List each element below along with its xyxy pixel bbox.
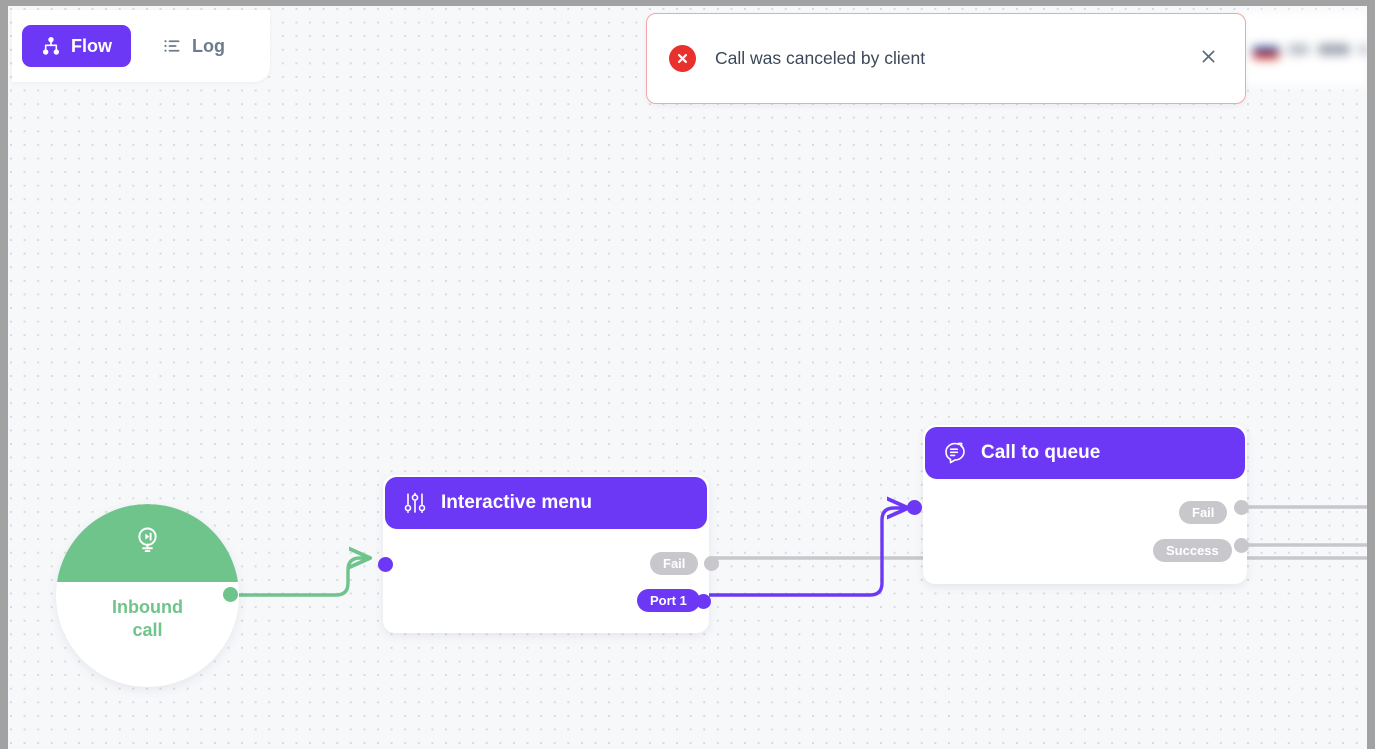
port-label-call-to-queue-success[interactable]: Success [1153,539,1232,562]
account-widget-text-a [1288,43,1310,55]
port-label-call-to-queue-fail[interactable]: Fail [1179,501,1228,524]
interactive-menu-header: Interactive menu [385,477,707,529]
inbound-call-label-line1: Inbound [112,597,183,617]
view-tab-bar: Flow Log [12,10,270,82]
inbound-call-cap [56,504,239,582]
speech-bubble-list-icon [943,441,967,465]
tab-flow[interactable]: Flow [22,25,131,67]
account-widget-text-b [1318,43,1350,55]
account-language-widget[interactable] [1239,12,1367,86]
error-circle-x-icon [669,45,696,72]
edge-inbound-to-menu [228,558,369,597]
port-call-to-queue-fail[interactable] [1234,500,1249,515]
port-interactive-menu-fail[interactable] [704,556,719,571]
app-frame: Inbound call Interactive menu Fail Port … [0,0,1375,749]
edge-menu-to-queue [702,508,907,597]
close-x-icon [1199,47,1218,71]
call-to-queue-header: Call to queue [925,427,1245,479]
sliders-tune-icon [403,491,427,515]
inbound-call-label-line2: call [132,620,163,640]
node-inbound-call[interactable]: Inbound call [56,504,239,687]
port-call-to-queue-success[interactable] [1234,538,1249,553]
port-label-interactive-menu-port1[interactable]: Port 1 [637,589,700,612]
ru-flag-icon [1253,39,1279,59]
error-notification-banner: Call was canceled by client [646,13,1246,104]
list-log-icon [162,36,182,56]
play-start-stand-icon [132,525,163,561]
inbound-call-label: Inbound call [56,596,239,642]
call-to-queue-title: Call to queue [981,442,1101,463]
flow-canvas[interactable]: Inbound call Interactive menu Fail Port … [8,6,1367,749]
notification-message: Call was canceled by client [715,48,926,68]
flow-hierarchy-icon [41,36,61,56]
port-call-to-queue-in[interactable] [907,500,922,515]
interactive-menu-title: Interactive menu [441,492,592,513]
port-label-interactive-menu-fail[interactable]: Fail [650,552,699,575]
notification-close-button[interactable] [1193,44,1223,74]
port-interactive-menu-in[interactable] [378,557,393,572]
port-interactive-menu-port1[interactable] [696,594,711,609]
tab-flow-label: Flow [71,35,112,56]
port-inbound-call-out[interactable] [223,587,238,602]
tab-log[interactable]: Log [143,25,244,67]
tab-log-label: Log [192,35,225,56]
account-widget-text-c [1358,43,1367,55]
